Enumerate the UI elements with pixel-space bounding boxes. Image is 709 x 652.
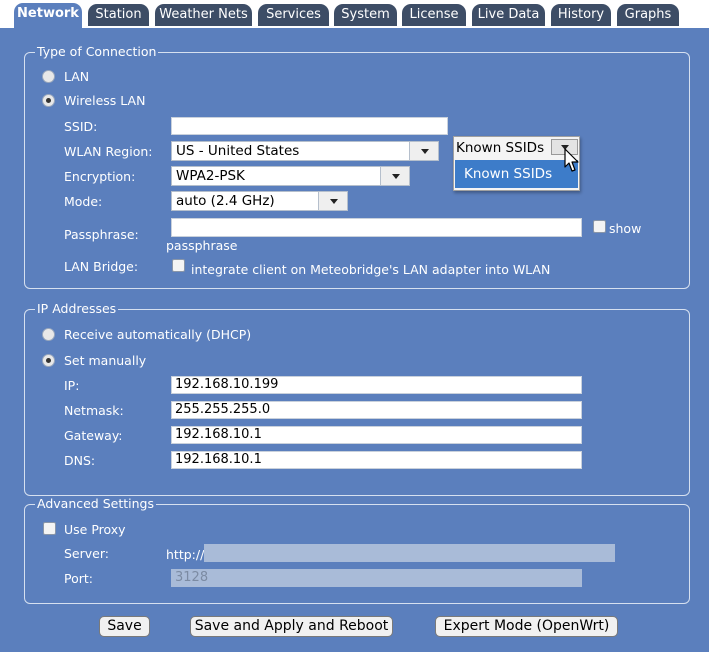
ip-input[interactable]: 192.168.10.199 [171,376,582,394]
lan-bridge-text: integrate client on Meteobridge's LAN ad… [191,262,551,277]
save-apply-reboot-button[interactable]: Save and Apply and Reboot [190,616,393,637]
netmask-label: Netmask: [64,403,124,418]
encryption-label: Encryption: [64,169,136,184]
proxy-server-input[interactable] [204,544,615,562]
mode-select[interactable]: auto (2.4 GHz) [171,191,348,211]
wlan-region-value: US - United States [176,143,300,159]
mode-label: Mode: [64,194,103,209]
lan-radio[interactable] [42,70,55,83]
lan-bridge-checkbox[interactable] [172,259,185,272]
chevron-down-icon [409,142,438,160]
passphrase-input[interactable] [171,218,582,237]
gateway-input[interactable]: 192.168.10.1 [171,426,582,444]
tab-system[interactable]: System [334,4,397,26]
tab-bar: Network Station Weather Nets Services Sy… [0,0,709,28]
tab-history[interactable]: History [551,4,611,26]
dhcp-radio[interactable] [42,328,55,341]
known-ssids-selected: Known SSIDs [456,140,545,156]
connection-fieldset: Type of Connection LAN Wireless LAN SSID… [24,44,690,289]
tab-weather-nets[interactable]: Weather Nets [155,4,252,26]
expert-mode-button[interactable]: Expert Mode (OpenWrt) [435,616,618,637]
ssid-label: SSID: [64,119,98,134]
wlan-region-select[interactable]: US - United States [171,141,439,161]
advanced-settings-fieldset: Advanced Settings Use Proxy Server: http… [24,496,690,604]
encryption-value: WPA2-PSK [176,168,245,184]
show-label: show [609,221,642,236]
dns-input[interactable]: 192.168.10.1 [171,451,582,469]
passphrase-label: Passphrase: [64,227,139,242]
known-ssids-option[interactable]: Known SSIDs [455,160,578,188]
tab-live-data[interactable]: Live Data [472,4,545,26]
chevron-down-icon [318,192,347,210]
mouse-pointer-icon [564,148,579,172]
ip-label: IP: [64,378,80,393]
wlan-region-label: WLAN Region: [64,144,153,159]
advanced-settings-legend: Advanced Settings [35,496,156,512]
use-proxy-label: Use Proxy [64,522,126,537]
netmask-input[interactable]: 255.255.255.0 [171,401,582,419]
wireless-lan-radio[interactable] [42,94,55,107]
tab-license[interactable]: License [402,4,466,26]
encryption-select[interactable]: WPA2-PSK [171,166,410,186]
gateway-label: Gateway: [64,428,123,443]
passphrase-sublabel: passphrase [166,238,238,253]
chevron-down-icon [380,167,409,185]
lan-bridge-label: LAN Bridge: [64,259,139,274]
tab-station[interactable]: Station [88,4,149,26]
tab-services[interactable]: Services [258,4,329,26]
wireless-lan-label: Wireless LAN [64,93,146,108]
save-button[interactable]: Save [99,616,150,637]
tab-graphs[interactable]: Graphs [617,4,679,26]
port-label: Port: [64,571,93,586]
set-manually-label: Set manually [64,353,147,368]
tab-network[interactable]: Network [14,3,82,28]
lan-label: LAN [64,69,90,84]
ip-addresses-legend: IP Addresses [35,301,119,317]
connection-legend: Type of Connection [35,44,159,60]
server-label: Server: [64,546,109,561]
proxy-port-input[interactable]: 3128 [171,569,582,587]
dns-label: DNS: [64,453,96,468]
server-prefix: http:// [166,547,205,562]
ip-addresses-fieldset: IP Addresses Receive automatically (DHCP… [24,301,690,496]
network-settings-panel: Type of Connection LAN Wireless LAN SSID… [10,28,700,652]
use-proxy-checkbox[interactable] [43,522,56,535]
known-ssids-dropdown[interactable]: Known SSIDs Known SSIDs [453,136,580,191]
set-manually-radio[interactable] [42,354,55,367]
ssid-input[interactable] [171,117,448,135]
show-passphrase-checkbox[interactable] [593,220,606,233]
mode-value: auto (2.4 GHz) [176,193,275,209]
dhcp-label: Receive automatically (DHCP) [64,327,252,342]
